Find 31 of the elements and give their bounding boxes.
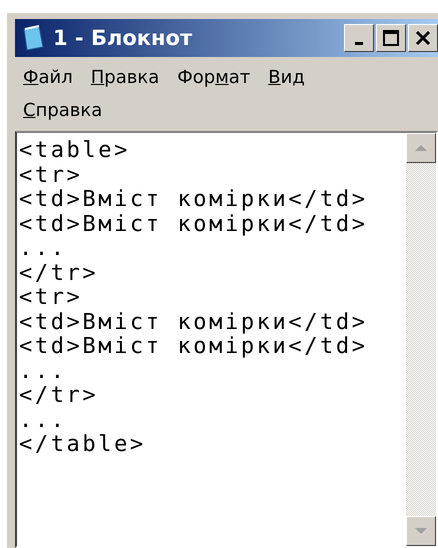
scroll-down-button[interactable] xyxy=(406,516,436,546)
text-line: <tr> xyxy=(19,164,84,188)
vertical-scrollbar[interactable] xyxy=(406,133,436,546)
down-arrow-icon xyxy=(414,527,428,535)
menu-item[interactable]: Правка xyxy=(84,61,172,94)
text-line: <tr> xyxy=(19,286,84,310)
up-arrow-icon xyxy=(414,144,428,152)
menu-item[interactable]: Справка xyxy=(17,94,114,127)
maximize-icon xyxy=(382,29,400,47)
menu-item[interactable]: Формат xyxy=(171,61,262,94)
text-line: </table> xyxy=(19,433,147,458)
text-line: <table> xyxy=(19,139,131,164)
close-icon xyxy=(414,29,432,47)
minimize-button[interactable] xyxy=(344,24,374,52)
minimize-icon xyxy=(355,42,363,44)
close-button[interactable] xyxy=(408,24,438,52)
text-line: <td>Вміст комірки</td> xyxy=(19,310,369,335)
notepad-icon xyxy=(21,25,45,51)
text-line: ... xyxy=(19,408,68,433)
text-line: ... xyxy=(19,237,68,262)
window-title: 1 - Блокнот xyxy=(53,26,194,50)
text-line: <td>Вміст комірки</td> xyxy=(19,188,369,212)
menu-item[interactable]: Вид xyxy=(262,61,317,94)
menu-item[interactable]: Файл xyxy=(17,61,85,94)
scroll-up-button[interactable] xyxy=(406,133,436,163)
text-line: </tr> xyxy=(19,262,100,286)
maximize-button[interactable] xyxy=(376,24,406,52)
text-line: <td>Вміст комірки</td> xyxy=(19,212,369,237)
text-line: </tr> xyxy=(19,384,100,408)
text-line: <td>Вміст комірки</td> xyxy=(19,335,369,360)
text-line: ... xyxy=(19,360,68,384)
